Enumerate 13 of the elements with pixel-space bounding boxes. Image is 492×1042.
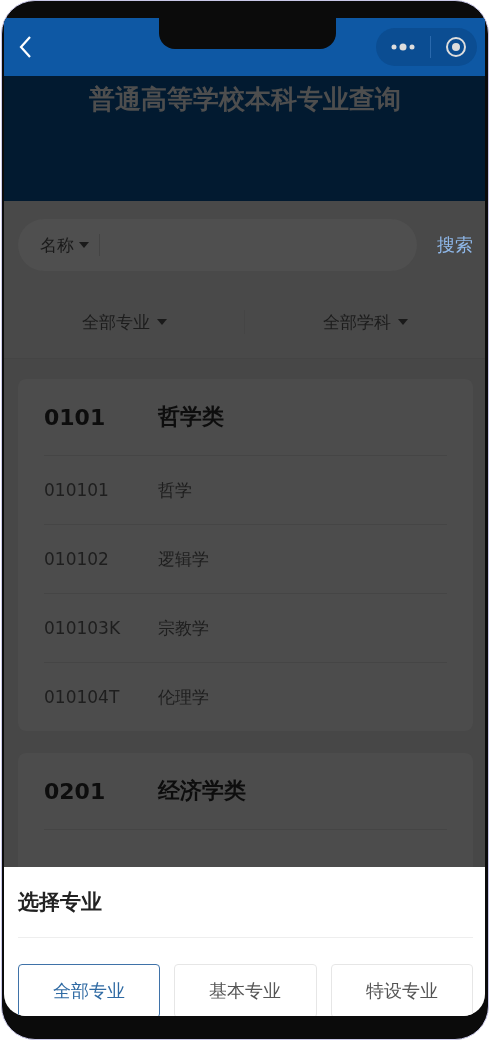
search-link[interactable]: 搜索 bbox=[437, 233, 473, 257]
back-icon[interactable] bbox=[18, 35, 32, 59]
option-button[interactable]: 基本专业 bbox=[174, 964, 317, 1016]
more-icon[interactable] bbox=[390, 42, 416, 52]
category-name: 经济学类 bbox=[158, 777, 246, 805]
close-icon[interactable] bbox=[445, 36, 467, 58]
category-name: 哲学类 bbox=[158, 403, 224, 431]
category-code: 0101 bbox=[44, 404, 107, 430]
page-title: 普通高等学校本科专业查询 bbox=[88, 83, 401, 116]
category-code: 0201 bbox=[44, 778, 107, 804]
option-button[interactable]: 特设专业 bbox=[330, 964, 473, 1016]
option-button[interactable]: 全部专业 bbox=[18, 964, 161, 1016]
sheet-title: 选择专业 bbox=[18, 867, 473, 938]
